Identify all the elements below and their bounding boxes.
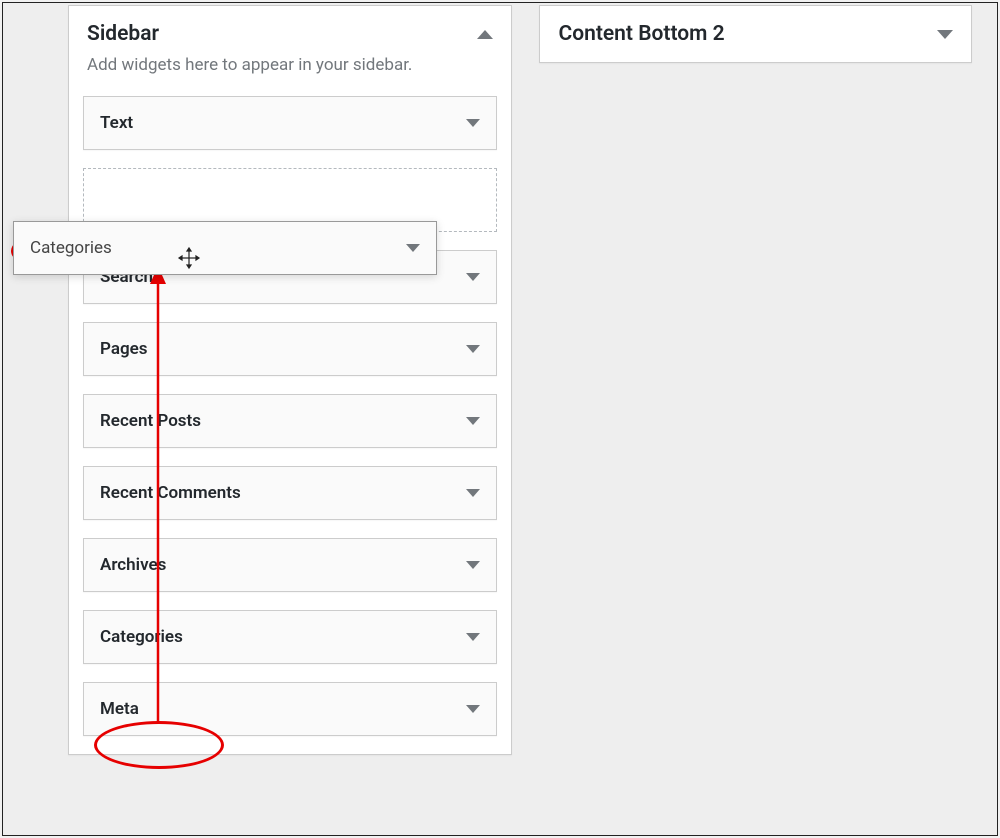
sidebar-widget-area: Sidebar Add widgets here to appear in yo… [68,5,512,755]
widget-label: Recent Posts [100,411,201,431]
widget-label: Categories [100,627,183,647]
caret-up-icon [477,30,493,39]
caret-down-icon[interactable] [466,633,480,641]
widget-list: Text Search Pages Recent Posts [69,96,511,736]
content-bottom-2-area: Content Bottom 2 [539,5,972,63]
caret-down-icon[interactable] [466,119,480,127]
widget-recent-posts[interactable]: Recent Posts [83,394,497,448]
sidebar-area-title: Sidebar [87,22,159,46]
dragging-widget-categories[interactable]: Categories [13,221,437,275]
sidebar-area-description: Add widgets here to appear in your sideb… [69,54,511,96]
page-frame: Sidebar Add widgets here to appear in yo… [2,2,998,836]
widget-label: Archives [100,555,166,575]
widget-archives[interactable]: Archives [83,538,497,592]
caret-down-icon[interactable] [466,417,480,425]
sidebar-area-header[interactable]: Sidebar [69,6,511,54]
widget-meta[interactable]: Meta [83,682,497,736]
dragging-widget-label: Categories [30,238,112,258]
caret-down-icon[interactable] [466,489,480,497]
columns-container: Sidebar Add widgets here to appear in yo… [3,3,997,755]
widget-label: Recent Comments [100,483,241,503]
widget-label: Pages [100,339,148,359]
widget-label: Meta [100,699,139,719]
caret-down-icon[interactable] [466,561,480,569]
content-bottom-2-title: Content Bottom 2 [558,22,724,46]
widget-recent-comments[interactable]: Recent Comments [83,466,497,520]
content-bottom-2-header[interactable]: Content Bottom 2 [540,6,971,62]
caret-down-icon[interactable] [466,345,480,353]
caret-down-icon [937,30,953,39]
widget-text[interactable]: Text [83,96,497,150]
widget-pages[interactable]: Pages [83,322,497,376]
caret-down-icon[interactable] [466,273,480,281]
caret-down-icon[interactable] [466,705,480,713]
widget-categories[interactable]: Categories [83,610,497,664]
caret-down-icon [406,244,420,252]
widget-label: Text [100,113,133,133]
